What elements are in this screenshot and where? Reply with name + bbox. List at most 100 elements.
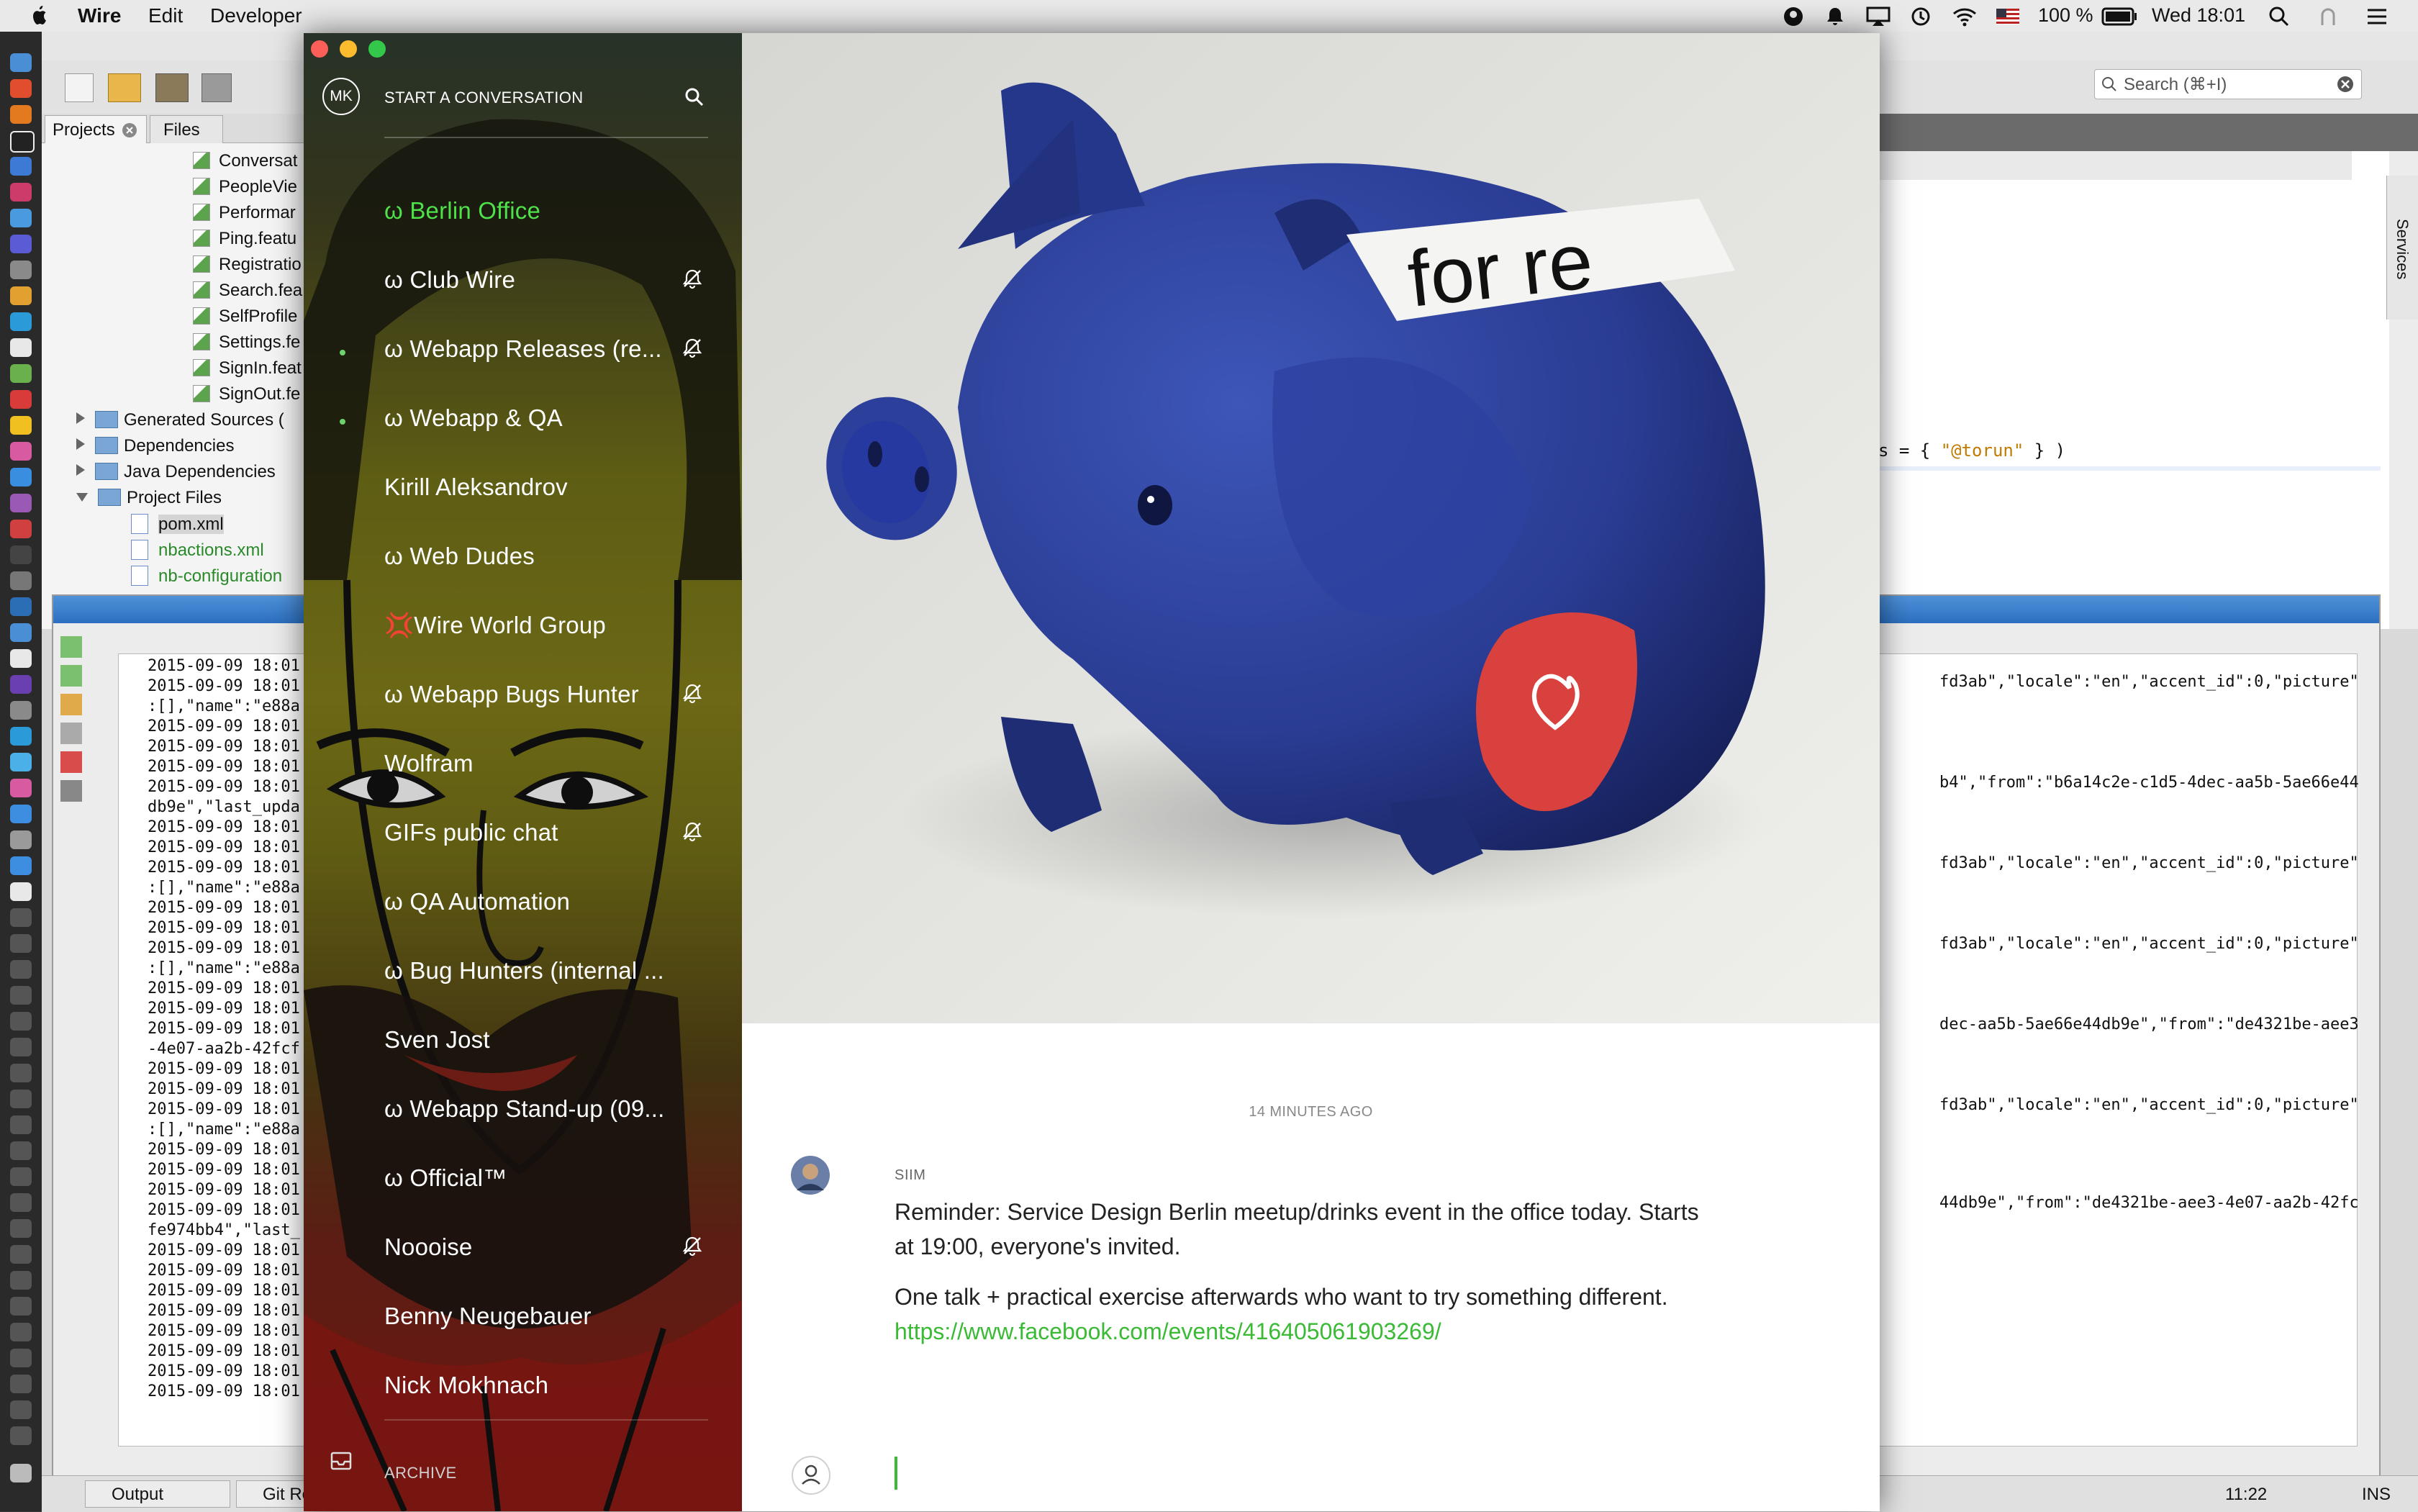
dock-app-icon[interactable] bbox=[10, 1245, 32, 1264]
dock-app-icon[interactable] bbox=[10, 157, 32, 176]
dock-app-icon[interactable] bbox=[10, 1012, 32, 1031]
notification-bell-icon[interactable] bbox=[1825, 6, 1845, 27]
wifi-icon[interactable] bbox=[1952, 6, 1978, 27]
conversation-item[interactable]: ω Official™ bbox=[384, 1164, 507, 1192]
conversation-item[interactable]: Sven Jost bbox=[384, 1026, 490, 1054]
dock-app-icon[interactable] bbox=[10, 597, 32, 616]
dock-app-icon[interactable] bbox=[10, 623, 32, 642]
dock-app-icon[interactable] bbox=[10, 79, 32, 98]
dock-app-icon[interactable] bbox=[10, 675, 32, 694]
muted-bell-icon[interactable] bbox=[682, 337, 703, 358]
tree-file[interactable]: Registratio bbox=[193, 255, 302, 275]
conversation-item[interactable]: ω Berlin Office bbox=[384, 197, 540, 225]
tree-node[interactable]: Java Dependencies bbox=[76, 462, 276, 482]
dock-app-icon[interactable] bbox=[10, 390, 32, 409]
conversation-item[interactable]: Kirill Aleksandrov bbox=[384, 474, 568, 501]
tree-file[interactable]: Ping.featu bbox=[193, 229, 296, 249]
dock-app-icon[interactable] bbox=[10, 1349, 32, 1367]
dock-app-icon[interactable] bbox=[10, 701, 32, 720]
minimize-window-button[interactable] bbox=[340, 40, 357, 58]
archive-button[interactable]: ARCHIVE bbox=[384, 1464, 457, 1482]
dock-app-icon[interactable] bbox=[10, 442, 32, 461]
dock-app-icon[interactable] bbox=[10, 830, 32, 849]
search-icon[interactable] bbox=[684, 86, 705, 108]
dock-app-icon[interactable] bbox=[10, 468, 32, 486]
tab-output[interactable]: Output bbox=[85, 1480, 230, 1508]
message-link[interactable]: https://www.facebook.com/events/41640506… bbox=[895, 1314, 1830, 1349]
tree-node[interactable]: Generated Sources ( bbox=[76, 410, 284, 430]
conversation-item[interactable]: ω Web Dudes bbox=[384, 543, 535, 570]
clock[interactable]: Wed 18:01 bbox=[2152, 4, 2245, 27]
user-avatar[interactable]: MK bbox=[322, 78, 360, 115]
step-icon[interactable] bbox=[60, 694, 82, 715]
close-tab-icon[interactable] bbox=[122, 122, 137, 138]
tree-file[interactable]: SignIn.feat bbox=[193, 358, 302, 379]
notification-center-icon[interactable] bbox=[2365, 6, 2389, 27]
dock-app-icon[interactable] bbox=[10, 494, 32, 512]
wire-status-icon[interactable] bbox=[1783, 6, 1804, 27]
dock-app-icon[interactable] bbox=[10, 1375, 32, 1393]
dock-app-icon[interactable] bbox=[10, 960, 32, 979]
tree-file[interactable]: Conversat bbox=[193, 151, 297, 171]
dock-app-icon[interactable] bbox=[10, 131, 35, 153]
dock-app-icon[interactable] bbox=[10, 649, 32, 668]
conversation-item[interactable]: Benny Neugebauer bbox=[384, 1303, 592, 1330]
conversation-item[interactable]: ω Bug Hunters (internal ... bbox=[384, 957, 664, 984]
dock-app-icon[interactable] bbox=[10, 1064, 32, 1082]
us-flag-icon[interactable] bbox=[1996, 9, 2019, 24]
conversation-item[interactable]: GIFs public chat bbox=[384, 819, 558, 846]
dock-app-icon[interactable] bbox=[10, 105, 32, 124]
dock-app-icon[interactable] bbox=[10, 286, 32, 305]
dock-app-icon[interactable] bbox=[10, 312, 32, 331]
dock-app-icon[interactable] bbox=[10, 1193, 32, 1212]
dock-app-icon[interactable] bbox=[10, 882, 32, 901]
dock-app-icon[interactable] bbox=[10, 1090, 32, 1108]
conversation-item[interactable]: ω Webapp & QA bbox=[384, 404, 563, 432]
dock-app-icon[interactable] bbox=[10, 1219, 32, 1238]
expand-icon[interactable] bbox=[76, 412, 85, 424]
dock-app-icon[interactable] bbox=[10, 986, 32, 1005]
dock-app-icon[interactable] bbox=[10, 1323, 32, 1341]
muted-bell-icon[interactable] bbox=[682, 682, 703, 704]
stop-icon[interactable] bbox=[60, 751, 82, 773]
conversation-item[interactable]: Wolfram bbox=[384, 750, 474, 777]
app-menu[interactable]: Wire bbox=[78, 4, 121, 27]
tree-file[interactable]: pom.xml bbox=[131, 514, 224, 535]
rerun-debug-icon[interactable] bbox=[60, 665, 82, 687]
tree-node[interactable]: Project Files bbox=[76, 488, 222, 508]
tree-file[interactable]: SignOut.fe bbox=[193, 384, 300, 404]
tree-file[interactable]: nb-configuration bbox=[131, 566, 282, 587]
settings-icon[interactable] bbox=[60, 723, 82, 744]
dock-app-icon[interactable] bbox=[10, 779, 32, 797]
self-avatar-icon[interactable] bbox=[791, 1455, 831, 1495]
menu-edit[interactable]: Edit bbox=[148, 4, 183, 27]
muted-bell-icon[interactable] bbox=[682, 820, 703, 842]
dock-app-icon[interactable] bbox=[10, 1115, 32, 1134]
clear-search-icon[interactable] bbox=[2337, 76, 2354, 93]
collapse-icon[interactable] bbox=[76, 493, 88, 502]
services-sidetab[interactable]: Services bbox=[2386, 176, 2418, 320]
start-conversation-button[interactable]: START A CONVERSATION bbox=[384, 89, 584, 107]
dock-app-icon[interactable] bbox=[10, 261, 32, 279]
shared-image[interactable]: for re bbox=[742, 33, 1880, 1023]
conversation-item[interactable]: ω Webapp Bugs Hunter bbox=[384, 681, 639, 708]
time-machine-icon[interactable] bbox=[1908, 6, 1932, 27]
dock-app-icon[interactable] bbox=[10, 546, 32, 564]
conversation-item[interactable]: 💢Wire World Group bbox=[384, 612, 606, 640]
expand-icon[interactable] bbox=[76, 438, 85, 450]
tree-file[interactable]: Settings.fe bbox=[193, 332, 300, 353]
conversation-item[interactable]: ω QA Automation bbox=[384, 888, 570, 915]
dock-app-icon[interactable] bbox=[10, 520, 32, 538]
dock-app-icon[interactable] bbox=[10, 53, 32, 72]
menu-developer[interactable]: Developer bbox=[210, 4, 302, 27]
ide-search-input[interactable]: Search (⌘+I) bbox=[2094, 69, 2362, 99]
dock-app-icon[interactable] bbox=[10, 209, 32, 227]
dock-app-icon[interactable] bbox=[10, 805, 32, 823]
muted-bell-icon[interactable] bbox=[682, 268, 703, 289]
message-input[interactable] bbox=[895, 1426, 1830, 1491]
tab-projects[interactable]: Projects bbox=[45, 115, 147, 143]
dock-app-icon[interactable] bbox=[10, 908, 32, 927]
dock-app-icon[interactable] bbox=[10, 753, 32, 771]
options-icon[interactable] bbox=[60, 780, 82, 802]
dock-app-icon[interactable] bbox=[10, 571, 32, 590]
